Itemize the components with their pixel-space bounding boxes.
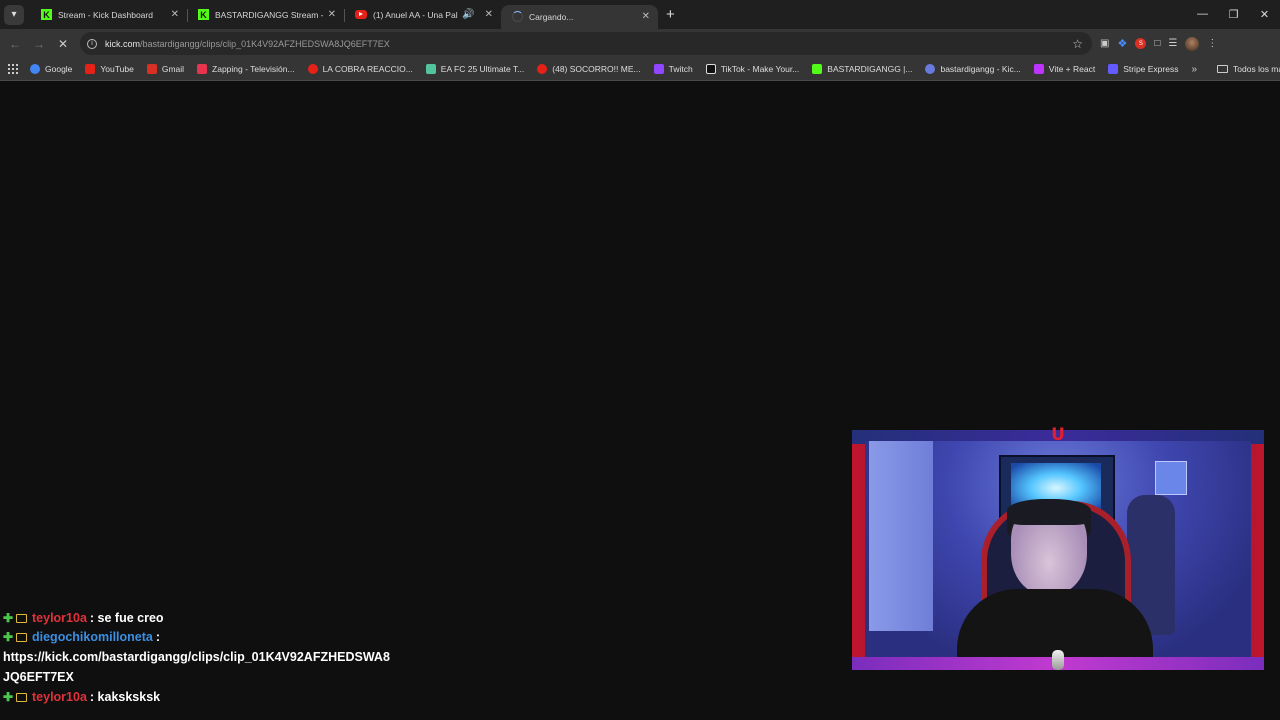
subscriber-badge-icon [16, 692, 27, 702]
chat-overlay: ✚ teylor10a : se fue creo ✚ diegochikomi… [3, 611, 423, 707]
bookmark-youtube[interactable]: YouTube [85, 64, 134, 74]
extensions-area: ▣ ❖ S □ ☰ ⋮ [1100, 29, 1217, 58]
room-door [869, 441, 933, 631]
chat-username[interactable]: diegochikomilloneta [32, 627, 153, 647]
bookmark-bastardigangg[interactable]: BASTARDIGANGG |... [812, 64, 912, 74]
chat-message: ✚ teylor10a : se fue creo [3, 609, 423, 627]
bookmark-twitch[interactable]: Twitch [653, 64, 693, 74]
tab-bastardigangg-stream[interactable]: K BASTARDIGANGG Stream - Wa ✕ [187, 1, 344, 29]
chat-text: : [155, 630, 161, 644]
vite-icon [1033, 64, 1044, 74]
extension-red-icon[interactable]: S [1135, 38, 1147, 49]
gmail-icon [146, 64, 157, 74]
media-controls-icon[interactable]: ☰ [1168, 38, 1177, 49]
forward-arrow-icon[interactable]: → [27, 37, 51, 51]
bookmarks-bar: Google YouTube Gmail Zapping - Televisió… [0, 58, 1280, 81]
bookmarks-overflow-icon[interactable]: » [1191, 64, 1197, 75]
close-icon[interactable]: ✕ [171, 9, 179, 20]
youtube-icon [537, 64, 548, 74]
chat-badges: ✚ [3, 610, 27, 625]
chat-link-text: https://kick.com/bastardigangg/clips/cli… [3, 650, 390, 684]
address-bar[interactable]: i kick.com/bastardigangg/clips/clip_01K4… [80, 32, 1092, 55]
browser-toolbar: ← → ✕ i kick.com/bastardigangg/clips/cli… [0, 29, 1280, 58]
chat-username[interactable]: teylor10a [32, 687, 87, 707]
streamer-hair-top [1007, 499, 1091, 525]
kick-icon [812, 64, 823, 74]
bookmark-gmail[interactable]: Gmail [146, 64, 184, 74]
room-poster [1155, 461, 1187, 495]
all-bookmarks-folder[interactable]: Todos los marcadores [1217, 64, 1280, 74]
extension-wave-icon[interactable]: ❖ [1117, 37, 1127, 50]
stop-loading-icon[interactable]: ✕ [51, 37, 75, 51]
screen-cast-icon[interactable]: ▣ [1100, 38, 1109, 49]
youtube-icon [307, 64, 318, 74]
bookmark-zapping[interactable]: Zapping - Televisión... [197, 64, 295, 74]
team-logo-icon: U [1051, 425, 1065, 445]
bookmark-stripe-express[interactable]: Stripe Express [1108, 64, 1178, 74]
close-icon[interactable]: ✕ [328, 9, 336, 20]
site-info-icon[interactable]: i [87, 38, 97, 49]
bookmark-star-icon[interactable]: ☆ [1072, 37, 1083, 51]
ea-fc-icon [425, 64, 436, 74]
chat-text: : se fue creo [89, 611, 164, 625]
stripe-icon [1108, 64, 1119, 74]
bookmark-ea-fc[interactable]: EA FC 25 Ultimate T... [425, 64, 524, 74]
youtube-icon [355, 10, 367, 19]
bookmark-bastardigangg-kick[interactable]: bastardigangg - Kic... [925, 64, 1021, 74]
new-tab-button[interactable]: + [666, 6, 675, 23]
plus-badge-icon: ✚ [3, 689, 14, 704]
url-host: kick.com [105, 38, 141, 49]
bookmark-socorro[interactable]: (48) SOCORRO!! ME... [537, 64, 641, 74]
close-icon[interactable]: ✕ [642, 11, 650, 22]
tab-kick-dashboard[interactable]: K Stream - Kick Dashboard ✕ [30, 1, 187, 29]
chat-badges: ✚ [3, 629, 27, 644]
audio-playing-icon[interactable]: 🔊 [462, 9, 474, 20]
zapping-icon [197, 64, 208, 74]
chat-message: ✚ teylor10a : kaksksksk [3, 687, 423, 707]
extensions-puzzle-icon[interactable]: □ [1154, 38, 1160, 49]
bookmark-google[interactable]: Google [30, 64, 72, 74]
chat-username[interactable]: teylor10a [32, 609, 87, 627]
plus-badge-icon: ✚ [3, 629, 14, 644]
apps-grid-icon[interactable] [8, 64, 18, 74]
bookmark-la-cobra[interactable]: LA COBRA REACCIO... [307, 64, 413, 74]
microphone-icon [1052, 650, 1064, 670]
chat-message: ✚ diegochikomilloneta : https://kick.com… [3, 627, 423, 687]
bookmark-tiktok[interactable]: TikTok - Make Your... [705, 64, 799, 74]
tab-search-button[interactable]: ▾ [4, 4, 24, 25]
streamer-body [957, 589, 1153, 657]
tab-youtube-anuel[interactable]: (1) Anuel AA - Una Palabra 🔊 ✕ [344, 1, 501, 29]
tiktok-icon [705, 64, 716, 74]
folder-icon [1217, 65, 1229, 73]
loading-spinner-icon [512, 11, 523, 22]
tab-strip: ▾ K Stream - Kick Dashboard ✕ K BASTARDI… [0, 0, 1280, 29]
chat-text: : kaksksksk [89, 690, 161, 704]
kick-icon: K [41, 9, 52, 20]
subscriber-badge-icon [16, 613, 27, 623]
google-icon [30, 64, 40, 74]
webcam-feed [865, 441, 1251, 657]
kick-icon: K [198, 9, 209, 20]
twitch-icon [653, 64, 664, 74]
window-controls: — ❐ ✕ [1187, 8, 1280, 21]
youtube-icon [85, 64, 96, 74]
close-window-icon[interactable]: ✕ [1249, 8, 1280, 21]
restore-icon[interactable]: ❐ [1218, 8, 1249, 21]
url-path: /bastardigangg/clips/clip_01K4V92AFZHEDS… [140, 38, 390, 49]
close-icon[interactable]: ✕ [485, 9, 493, 20]
subscriber-badge-icon [16, 632, 27, 642]
bookmark-vite-react[interactable]: Vite + React [1033, 64, 1095, 74]
profile-avatar[interactable] [1185, 36, 1200, 51]
chat-badges: ✚ [3, 689, 27, 704]
minimize-icon[interactable]: — [1187, 8, 1218, 21]
back-arrow-icon[interactable]: ← [3, 37, 27, 51]
tab-loading-active[interactable]: Cargando... ✕ [501, 4, 658, 29]
plus-badge-icon: ✚ [3, 610, 14, 625]
menu-kebab-icon[interactable]: ⋮ [1207, 38, 1217, 49]
webcam-overlay: U [852, 426, 1264, 670]
globe-icon [925, 64, 936, 74]
